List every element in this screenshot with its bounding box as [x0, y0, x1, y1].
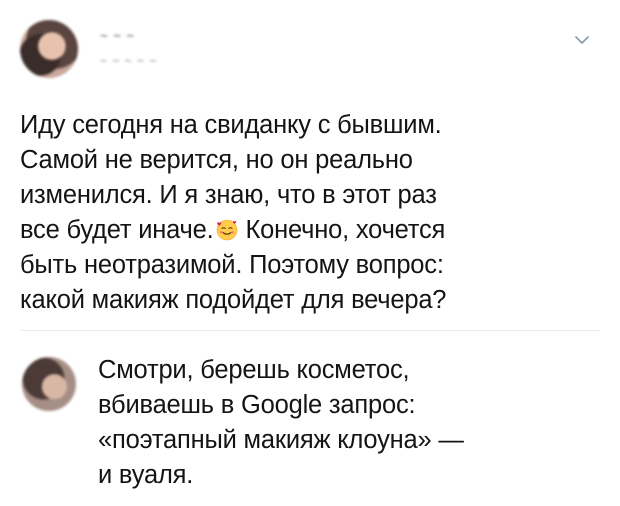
divider — [20, 330, 600, 331]
tweet-text-line: быть неотразимой. Поэтому вопрос: — [20, 251, 444, 279]
tweet-text-segment: все будет иначе. — [20, 216, 214, 244]
reply-tweet: Смотри, берешь косметос, вбиваешь в Goog… — [0, 340, 620, 506]
reply-body: Смотри, берешь косметос, вбиваешь в Goog… — [98, 353, 598, 493]
tweet-body: Иду сегодня на свиданку с бывшим. Самой … — [20, 108, 580, 318]
reply-text-line: вбиваешь в Google запрос: — [98, 391, 416, 419]
chevron-down-icon[interactable] — [574, 32, 590, 48]
tweet-text-segment: Конечно, хочется — [245, 216, 446, 244]
smiling-face-with-hearts-emoji-icon — [216, 216, 238, 241]
reply-text-line: Смотри, берешь косметос, — [98, 356, 410, 384]
author-handle: ~ ~ ~ ~ ~ — [100, 54, 158, 68]
reply-text-line: «поэтапный макияж клоуна» — — [98, 426, 464, 454]
tweet-text-line-with-emoji: все будет иначе. Конечно, хочется — [20, 213, 580, 248]
tweet-card: ~ ~ ~ ~ ~ ~ ~ ~ Иду сегодня на свиданку … — [0, 0, 620, 506]
tweet-text-line: изменился. И я знаю, что в этот раз — [20, 181, 437, 209]
tweet-text-line: какой макияж подойдет для вечера? — [20, 286, 447, 314]
reply-text-line: и вуаля. — [98, 461, 194, 489]
author-avatar[interactable] — [20, 20, 78, 78]
author-name[interactable]: ~ ~ ~ — [100, 28, 135, 43]
tweet-header: ~ ~ ~ ~ ~ ~ ~ ~ — [18, 18, 602, 80]
tweet-text-line: Самой не верится, но он реально — [20, 146, 413, 174]
tweet-text-line: Иду сегодня на свиданку с бывшим. — [20, 111, 442, 139]
reply-author-avatar[interactable] — [22, 357, 76, 411]
